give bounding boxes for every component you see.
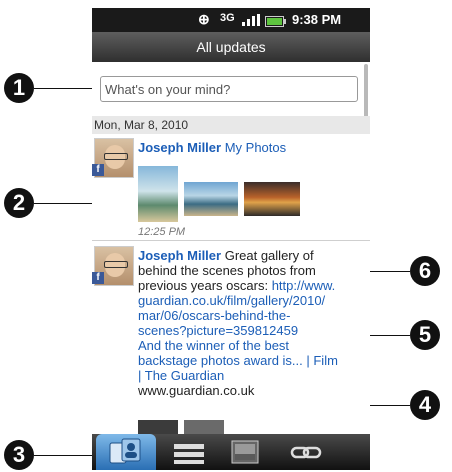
- date-header: Mon, Mar 8, 2010: [92, 116, 370, 134]
- divider: [92, 240, 370, 241]
- phone-screen: ⊕ 3G 9:38 PM All updates What's on your …: [92, 8, 370, 470]
- tab-status[interactable]: [164, 434, 214, 470]
- list-item[interactable]: f Joseph Miller Great gallery of behind …: [92, 242, 370, 434]
- post-link[interactable]: backstage photos award is... | Film: [138, 353, 338, 368]
- post-link[interactable]: http://www.: [272, 278, 336, 293]
- facebook-icon: f: [92, 272, 104, 284]
- author-name[interactable]: Joseph Miller: [138, 140, 221, 155]
- callout-2: 2: [4, 188, 34, 218]
- callout-4: 4: [410, 390, 440, 420]
- album-link[interactable]: My Photos: [225, 140, 286, 155]
- network-type: 3G: [220, 12, 235, 24]
- status-bar: ⊕ 3G 9:38 PM: [92, 8, 370, 32]
- feed-content[interactable]: What's on your mind? Mon, Mar 8, 2010 f …: [92, 62, 370, 434]
- status-icon: [174, 444, 204, 464]
- link-thumbnail[interactable]: [184, 420, 224, 434]
- photos-icon: [231, 440, 259, 464]
- post-body: Joseph Miller Great gallery of behind th…: [138, 248, 366, 398]
- post-link[interactable]: guardian.co.uk/film/gallery/2010/: [138, 293, 325, 308]
- post-link[interactable]: scenes?picture=359812459: [138, 323, 298, 338]
- timestamp: 12:25 PM: [138, 226, 186, 238]
- tab-updates[interactable]: [96, 434, 156, 470]
- list-item[interactable]: f Joseph Miller My Photos 12:25 PM: [92, 134, 370, 238]
- author-name[interactable]: Joseph Miller: [138, 248, 221, 263]
- post-text-line: previous years oscars:: [138, 278, 269, 293]
- photo-thumbnail[interactable]: [244, 182, 300, 216]
- page-title: All updates: [92, 32, 370, 62]
- post-text-line: Great gallery of: [224, 248, 314, 263]
- post-text-line: behind the scenes photos from: [138, 263, 316, 278]
- post-header: Joseph Miller My Photos: [138, 140, 286, 155]
- status-input[interactable]: What's on your mind?: [100, 76, 358, 102]
- post-link[interactable]: | The Guardian: [138, 368, 224, 383]
- post-link[interactable]: And the winner of the best: [138, 338, 289, 353]
- tab-links[interactable]: [282, 434, 332, 470]
- signal-icon: [242, 14, 260, 29]
- link-thumbnail[interactable]: [138, 420, 178, 434]
- tab-photos[interactable]: [220, 434, 270, 470]
- updates-icon: [109, 438, 141, 464]
- facebook-icon: f: [92, 164, 104, 176]
- photo-thumbnail[interactable]: [138, 166, 178, 222]
- clock: 9:38 PM: [292, 12, 342, 27]
- photo-thumbnail[interactable]: [184, 182, 238, 216]
- bottom-tab-bar: [92, 434, 370, 470]
- callout-6: 6: [410, 256, 440, 286]
- callout-3: 3: [4, 440, 34, 470]
- callout-1: 1: [4, 73, 34, 103]
- post-link[interactable]: mar/06/oscars-behind-the-: [138, 308, 290, 323]
- gps-icon: ⊕: [198, 11, 210, 27]
- battery-icon: [265, 15, 287, 30]
- link-domain: www.guardian.co.uk: [138, 383, 255, 398]
- callout-5: 5: [410, 320, 440, 350]
- link-icon: [290, 446, 322, 459]
